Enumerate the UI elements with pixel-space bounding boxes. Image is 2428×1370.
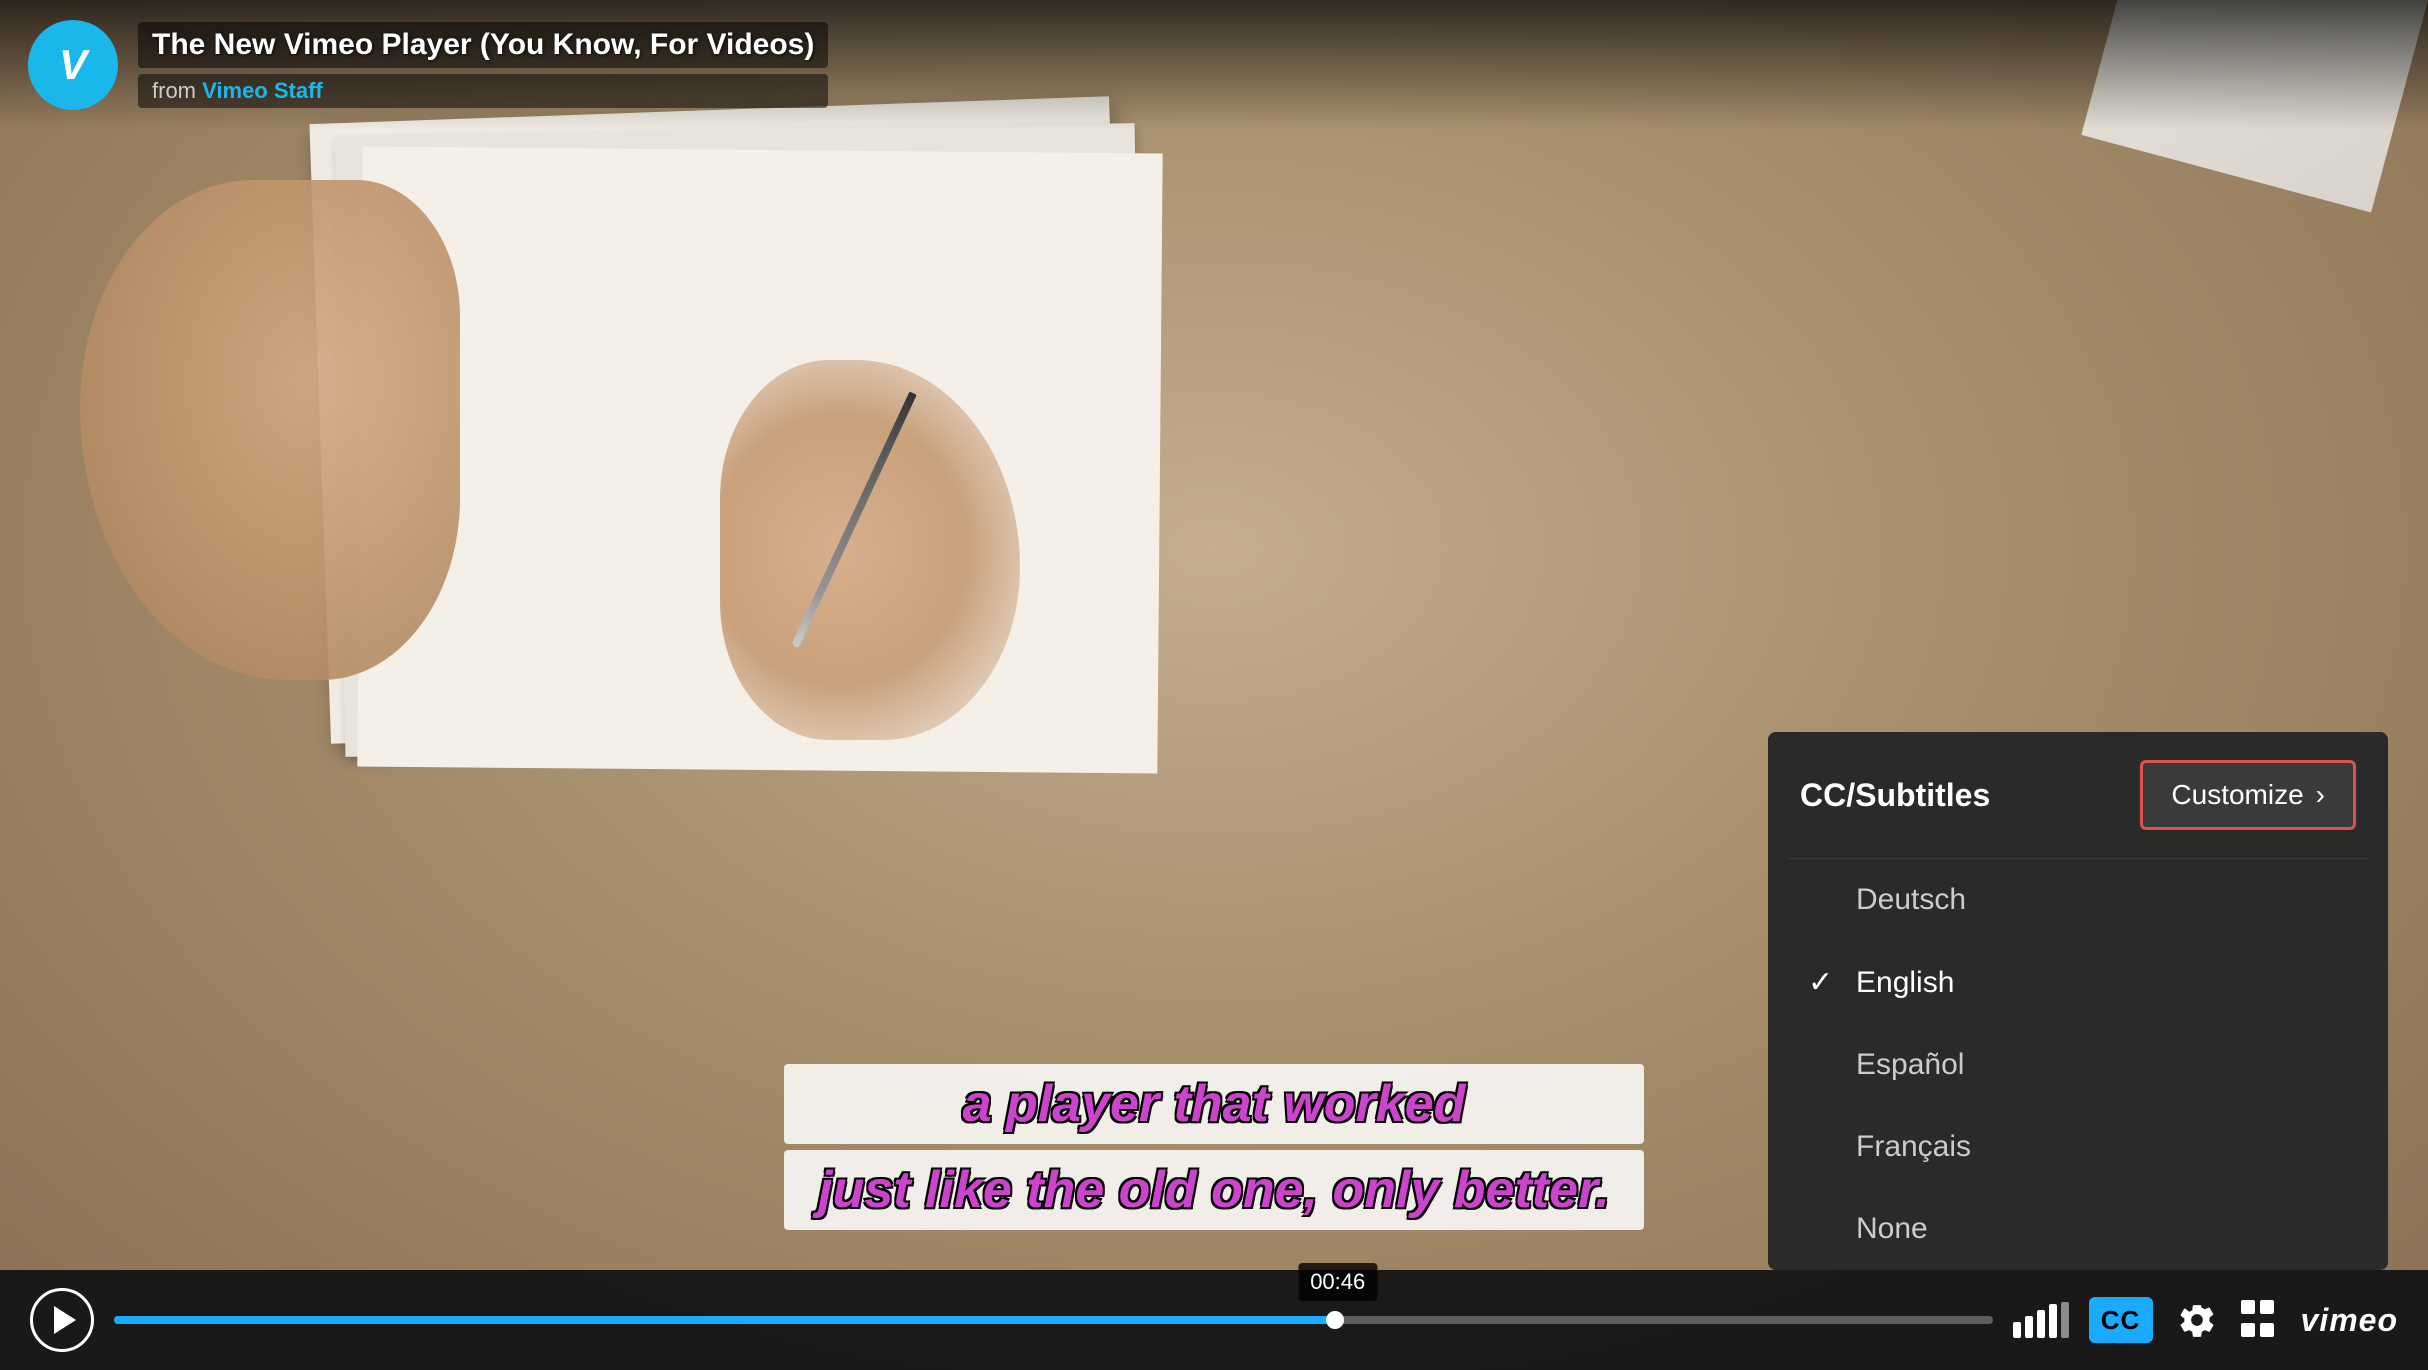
video-title: The New Vimeo Player (You Know, For Vide… [138,22,828,68]
volume-control[interactable] [2013,1302,2069,1338]
title-text-area: The New Vimeo Player (You Know, For Vide… [138,22,828,108]
language-label-none: None [1856,1212,1928,1246]
time-tooltip: 00:46 [1298,1263,1377,1301]
gear-svg [2177,1300,2217,1340]
language-item-english[interactable]: ✓ English [1768,941,2388,1024]
progress-bar[interactable]: 00:46 [114,1316,1993,1324]
subtitle-line-2: just like the old one, only better. [784,1150,1644,1230]
vimeo-logo-text[interactable]: vimeo [2301,1302,2398,1339]
cc-button[interactable]: CC [2089,1297,2153,1343]
fullscreen-icon[interactable] [2241,1300,2281,1340]
volume-bar-5 [2061,1302,2069,1338]
video-title-overlay: V The New Vimeo Player (You Know, For Vi… [0,0,2428,130]
language-label-english: English [1856,966,1954,1000]
grid-dot-2 [2260,1300,2274,1314]
volume-bar-4 [2049,1304,2057,1338]
author-link[interactable]: Vimeo Staff [202,78,323,103]
cc-menu-title: CC/Subtitles [1800,777,1990,814]
video-from: from Vimeo Staff [138,74,828,108]
language-item-francais[interactable]: Français [1768,1106,2388,1188]
video-player: V The New Vimeo Player (You Know, For Vi… [0,0,2428,1370]
cc-subtitles-menu: CC/Subtitles Customize › Deutsch ✓ Engli… [1768,732,2388,1270]
vimeo-logo-circle[interactable]: V [28,20,118,110]
progress-thumb: 00:46 [1326,1311,1344,1329]
language-item-deutsch[interactable]: Deutsch [1768,859,2388,941]
language-label-francais: Français [1856,1130,1971,1164]
customize-button[interactable]: Customize › [2140,760,2356,830]
volume-bar-3 [2037,1310,2045,1338]
language-item-espanol[interactable]: Español [1768,1024,2388,1106]
controls-bar: 00:46 CC vimeo [0,1270,2428,1370]
play-button[interactable] [30,1288,94,1352]
progress-fill [114,1316,1335,1324]
subtitle-area: a player that worked just like the old o… [784,1064,1644,1230]
from-label: from [152,78,196,103]
chevron-right-icon: › [2316,779,2325,811]
subtitle-line-1: a player that worked [784,1064,1644,1144]
play-icon [54,1306,76,1334]
cc-menu-header: CC/Subtitles Customize › [1768,732,2388,858]
language-label-espanol: Español [1856,1048,1964,1082]
customize-label: Customize [2171,779,2303,811]
language-item-none[interactable]: None [1768,1188,2388,1270]
language-label-deutsch: Deutsch [1856,883,1966,917]
volume-bar-2 [2025,1316,2033,1338]
vimeo-v-icon: V [59,41,87,89]
volume-bar-1 [2013,1322,2021,1338]
grid-dot-4 [2260,1323,2274,1337]
checkmark-icon: ✓ [1808,965,1840,1000]
cc-button-label: CC [2101,1305,2141,1336]
grid-dot-1 [2241,1300,2255,1314]
grid-dot-3 [2241,1323,2255,1337]
settings-icon[interactable] [2173,1296,2221,1344]
